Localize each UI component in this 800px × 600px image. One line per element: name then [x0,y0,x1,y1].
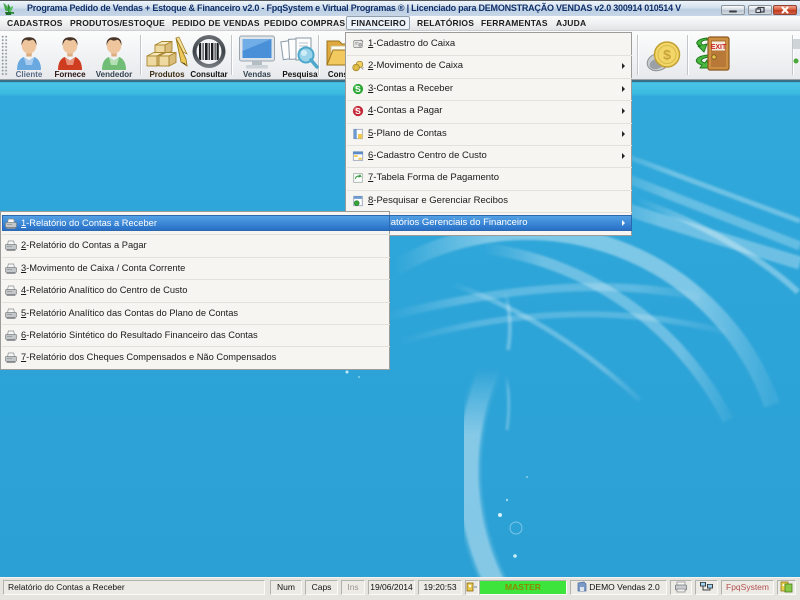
svg-text:EXIT: EXIT [711,44,727,51]
svg-text:$: $ [663,47,671,63]
svg-text:S: S [355,106,361,116]
svg-text:S: S [355,84,361,94]
